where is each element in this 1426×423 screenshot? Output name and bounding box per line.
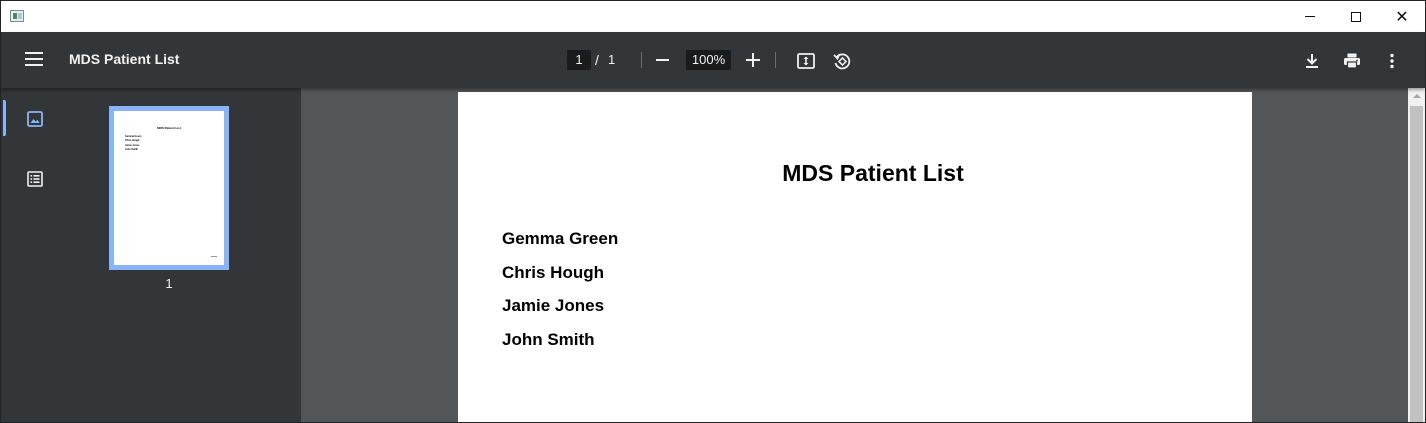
page-thumbnail[interactable]: MDS Patient List Gemma Green Chris Hough…: [109, 106, 229, 270]
minimize-button[interactable]: [1287, 1, 1333, 32]
rotate-icon[interactable]: [832, 51, 852, 71]
thumbnail-line: Jamie Jones: [125, 144, 140, 147]
zoom-out-icon[interactable]: [656, 59, 669, 61]
maximize-button[interactable]: [1333, 1, 1379, 32]
pdf-page: MDS Patient List Gemma Green Chris Hough…: [458, 92, 1252, 422]
download-icon[interactable]: [1302, 51, 1322, 71]
thumbnails-icon[interactable]: [26, 110, 44, 128]
app-window-icon: [10, 10, 24, 22]
minimize-icon: [1305, 16, 1315, 17]
fit-to-page-icon[interactable]: [796, 51, 816, 71]
page-total: 1: [608, 52, 616, 67]
document-outline-icon[interactable]: [26, 170, 44, 188]
patient-name: Gemma Green: [502, 229, 619, 248]
document-title: MDS Patient List: [69, 51, 180, 67]
hamburger-menu-icon[interactable]: [25, 52, 43, 68]
patient-name: John Smith: [502, 330, 595, 349]
vertical-scrollbar[interactable]: [1408, 88, 1425, 422]
thumbnail-page-preview: MDS Patient List Gemma Green Chris Hough…: [114, 111, 224, 265]
scroll-up-arrow-icon[interactable]: [1408, 88, 1425, 105]
patient-name: Chris Hough: [502, 263, 604, 282]
patient-name: Jamie Jones: [502, 296, 605, 315]
pdf-viewer-window: ✕ MDS Patient List 1 / 1 100% MDS Patien…: [0, 0, 1426, 423]
more-options-icon[interactable]: [1382, 51, 1402, 71]
page-separator: /: [595, 52, 599, 68]
close-button[interactable]: ✕: [1379, 1, 1425, 32]
thumbnail-line: Chris Hough: [125, 139, 140, 142]
pdf-toolbar: MDS Patient List 1 / 1 100%: [1, 32, 1425, 88]
document-viewer: MDS Patient List Gemma Green Chris Hough…: [301, 88, 1408, 422]
zoom-level-input[interactable]: 100%: [686, 50, 731, 70]
zoom-in-icon[interactable]: [746, 53, 760, 67]
print-icon[interactable]: [1342, 51, 1362, 71]
thumbnail-footer-mark: [211, 256, 217, 257]
thumbnail-page-label: 1: [165, 276, 173, 291]
thumbnail-line: Gemma Green: [125, 135, 142, 138]
toolbar-divider: [775, 52, 776, 68]
thumbnail-title: MDS Patient List: [157, 126, 181, 130]
toolbar-divider: [641, 52, 642, 68]
sidebar: MDS Patient List Gemma Green Chris Hough…: [1, 88, 301, 422]
page-heading: MDS Patient List: [782, 160, 964, 186]
active-tab-indicator: [3, 100, 6, 136]
page-number-input[interactable]: 1: [567, 50, 591, 70]
maximize-icon: [1351, 11, 1361, 22]
scrollbar-thumb[interactable]: [1410, 106, 1423, 422]
thumbnail-line: John Smith: [125, 148, 139, 151]
close-icon: ✕: [1395, 7, 1409, 26]
title-bar: ✕: [1, 1, 1425, 32]
